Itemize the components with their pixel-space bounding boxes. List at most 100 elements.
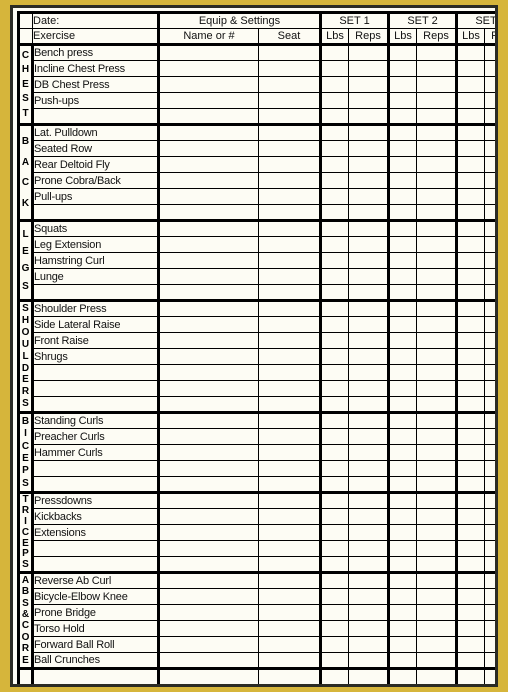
set-3-lbs-cell[interactable] bbox=[456, 396, 485, 414]
set-2-lbs-cell[interactable] bbox=[388, 156, 417, 173]
set-1-lbs-cell[interactable] bbox=[320, 524, 349, 541]
set-1-reps-cell[interactable] bbox=[348, 140, 390, 157]
set-1-lbs-cell[interactable] bbox=[320, 236, 349, 253]
equip-seat-input-cell[interactable] bbox=[258, 636, 322, 653]
set-1-reps-cell[interactable] bbox=[348, 508, 390, 525]
set-3-lbs-cell[interactable] bbox=[456, 92, 485, 109]
equip-seat-input-cell[interactable] bbox=[258, 44, 322, 61]
set-3-lbs-cell[interactable] bbox=[456, 284, 485, 302]
set-1-reps-cell[interactable] bbox=[348, 268, 390, 285]
equip-name-input-cell[interactable] bbox=[158, 396, 259, 414]
set-3-reps-cell[interactable] bbox=[485, 685, 499, 688]
set-3-reps-cell[interactable] bbox=[484, 268, 495, 285]
set-2-reps-cell[interactable] bbox=[416, 540, 458, 557]
set-2-lbs-cell[interactable] bbox=[388, 620, 417, 637]
set-2-lbs-cell[interactable] bbox=[388, 60, 417, 77]
set-3-lbs-cell[interactable] bbox=[456, 476, 485, 494]
set-3-reps-cell[interactable] bbox=[484, 652, 495, 670]
equip-name-input-cell[interactable] bbox=[158, 412, 259, 429]
set-3-lbs-cell[interactable] bbox=[456, 524, 485, 541]
equip-seat-input-cell[interactable] bbox=[258, 380, 322, 397]
equip-seat-input-cell[interactable] bbox=[258, 556, 322, 574]
set-1-lbs-cell[interactable] bbox=[320, 124, 349, 141]
exercise-name-cell[interactable]: Kickbacks bbox=[32, 508, 160, 525]
equip-name-input-cell[interactable] bbox=[158, 44, 259, 61]
equip-seat-input-cell[interactable] bbox=[258, 76, 322, 93]
set-1-lbs-cell[interactable] bbox=[320, 332, 349, 349]
equip-name-input-cell[interactable] bbox=[158, 220, 259, 237]
set-3-reps-cell[interactable] bbox=[484, 380, 495, 397]
set-3-reps-cell[interactable] bbox=[484, 460, 495, 477]
set-1-lbs-cell[interactable] bbox=[320, 108, 349, 126]
set-3-reps-cell[interactable] bbox=[484, 172, 495, 189]
set-2-reps-cell[interactable] bbox=[416, 124, 458, 141]
exercise-name-cell-blank[interactable] bbox=[32, 540, 160, 557]
equip-name-input-cell[interactable] bbox=[158, 140, 259, 157]
equip-seat-input-cell[interactable] bbox=[258, 652, 322, 670]
set-2-reps-cell[interactable] bbox=[416, 668, 458, 684]
set-2-reps-cell[interactable] bbox=[416, 44, 458, 61]
equip-name-input-cell[interactable] bbox=[158, 380, 259, 397]
set-1-lbs-cell[interactable] bbox=[320, 300, 349, 317]
set-1-reps-cell[interactable] bbox=[348, 44, 390, 61]
exercise-name-cell-blank[interactable] bbox=[32, 284, 160, 302]
set-2-reps-cell[interactable] bbox=[416, 652, 458, 670]
set-3-reps-cell[interactable] bbox=[484, 300, 495, 317]
set-1-lbs-cell[interactable] bbox=[320, 44, 349, 61]
set-2-reps-cell[interactable] bbox=[416, 348, 458, 365]
set-2-reps-cell[interactable] bbox=[416, 444, 458, 461]
set-2-reps-cell[interactable] bbox=[416, 140, 458, 157]
equip-seat-input-cell[interactable] bbox=[258, 140, 322, 157]
set-1-lbs-cell[interactable] bbox=[320, 76, 349, 93]
set-1-reps-cell[interactable] bbox=[348, 172, 390, 189]
set-1-reps-cell[interactable] bbox=[348, 220, 390, 237]
set-3-reps-cell[interactable] bbox=[484, 316, 495, 333]
exercise-name-cell[interactable]: Hamstring Curl bbox=[32, 252, 160, 269]
set-1-lbs-cell[interactable] bbox=[320, 380, 349, 397]
exercise-name-cell[interactable]: Rear Deltoid Fly bbox=[32, 156, 160, 173]
set-2-reps-cell[interactable] bbox=[416, 460, 458, 477]
equip-name-input-cell[interactable] bbox=[158, 556, 259, 574]
set-3-lbs-cell[interactable] bbox=[456, 44, 485, 61]
set-2-reps-cell[interactable] bbox=[416, 204, 458, 222]
set-1-reps-cell[interactable] bbox=[348, 396, 390, 414]
set-3-reps-cell[interactable] bbox=[484, 556, 495, 574]
equip-name-input-cell[interactable] bbox=[158, 524, 259, 541]
equip-seat-input-cell[interactable] bbox=[258, 92, 322, 109]
exercise-name-cell[interactable]: Pull-ups bbox=[32, 188, 160, 205]
exercise-name-cell[interactable]: Leg Extension bbox=[32, 236, 160, 253]
equip-name-input-cell[interactable] bbox=[158, 508, 259, 525]
set-1-lbs-cell[interactable] bbox=[320, 668, 349, 684]
set-3-reps-cell[interactable] bbox=[484, 428, 495, 445]
set-1-reps-cell[interactable] bbox=[348, 252, 390, 269]
set-2-lbs-cell[interactable] bbox=[388, 108, 417, 126]
set-3-lbs-cell[interactable] bbox=[456, 124, 485, 141]
set-2-lbs-cell[interactable] bbox=[388, 364, 417, 381]
equip-name-input-cell[interactable] bbox=[158, 108, 259, 126]
set-1-reps-cell[interactable] bbox=[348, 348, 390, 365]
set-1-lbs-cell[interactable] bbox=[320, 204, 349, 222]
equip-name-input-cell[interactable] bbox=[158, 540, 259, 557]
set-3-reps-cell[interactable] bbox=[484, 60, 495, 77]
set-1-lbs-cell[interactable] bbox=[320, 252, 349, 269]
set-3-reps-cell[interactable] bbox=[484, 572, 495, 589]
equip-name-input-cell[interactable] bbox=[159, 685, 259, 688]
set-3-lbs-cell[interactable] bbox=[456, 204, 485, 222]
set-3-lbs-cell[interactable] bbox=[456, 108, 485, 126]
set-1-lbs-cell[interactable] bbox=[320, 572, 349, 589]
set-3-lbs-cell[interactable] bbox=[456, 348, 485, 365]
set-1-reps-cell[interactable] bbox=[348, 156, 390, 173]
set-3-lbs-cell[interactable] bbox=[456, 444, 485, 461]
equip-name-input-cell[interactable] bbox=[158, 156, 259, 173]
equip-seat-input-cell[interactable] bbox=[258, 588, 322, 605]
set-3-lbs-cell[interactable] bbox=[456, 652, 485, 670]
set-2-reps-cell[interactable] bbox=[416, 252, 458, 269]
set-2-lbs-cell[interactable] bbox=[388, 284, 417, 302]
set-1-reps-cell[interactable] bbox=[348, 620, 390, 637]
equip-name-input-cell[interactable] bbox=[158, 652, 259, 670]
equip-seat-input-cell[interactable] bbox=[258, 60, 322, 77]
set-3-lbs-cell[interactable] bbox=[457, 685, 485, 688]
exercise-name-cell[interactable]: Prone Bridge bbox=[32, 604, 160, 621]
equip-name-input-cell[interactable] bbox=[158, 620, 259, 637]
equip-seat-input-cell[interactable] bbox=[258, 172, 322, 189]
